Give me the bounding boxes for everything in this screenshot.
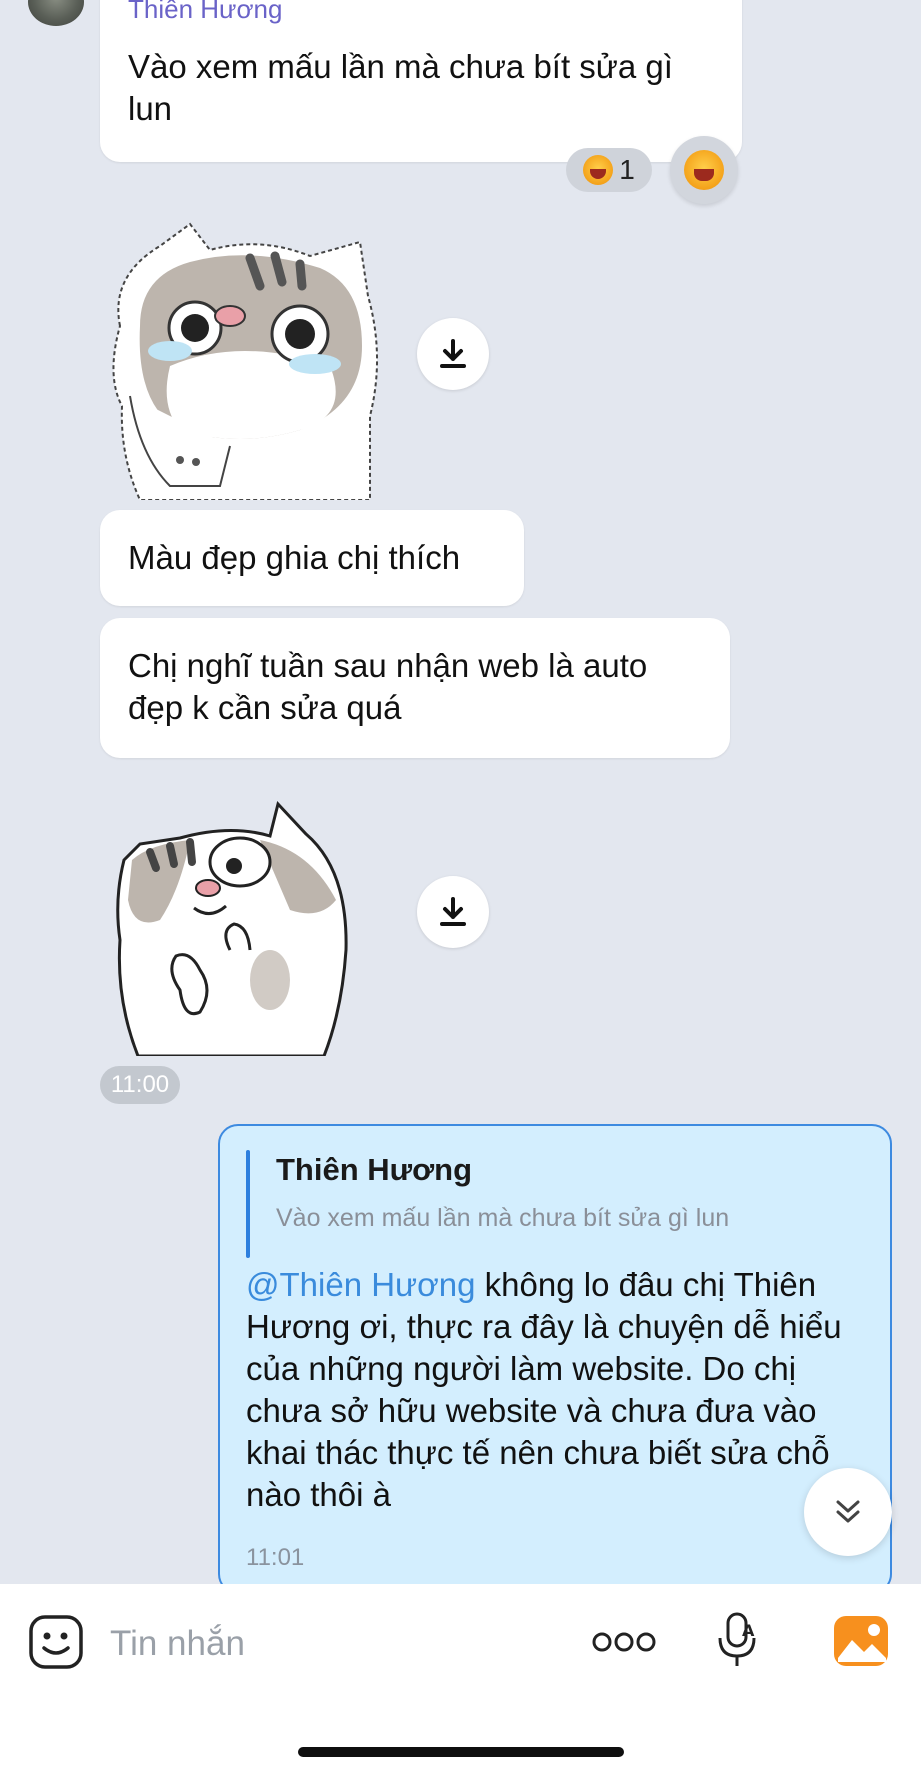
time-divider: 11:00 — [100, 1066, 180, 1104]
sender-name[interactable]: Thiên Hương — [128, 0, 282, 25]
download-sticker-button[interactable] — [417, 318, 489, 390]
message-text: Vào xem mấu lần mà chưa bít sửa gì lun — [128, 48, 673, 127]
message-body: không lo đâu chị Thiên Hương ơi, thực ra… — [246, 1266, 842, 1513]
voice-to-text-icon[interactable]: A — [716, 1610, 760, 1670]
quoted-message-text[interactable]: Vào xem mấu lần mà chưa bít sửa gì lun — [276, 1204, 729, 1233]
gallery-icon[interactable] — [832, 1614, 890, 1668]
message-text: @Thiên Hương không lo đâu chị Thiên Hươn… — [246, 1264, 866, 1516]
message-text: Chị nghĩ tuần sau nhận web là auto đẹp k… — [128, 647, 648, 726]
message-bubble-incoming[interactable]: Màu đẹp ghia chị thích — [100, 510, 524, 606]
scroll-down-icon — [836, 1500, 860, 1523]
scroll-to-bottom-button[interactable] — [804, 1468, 892, 1556]
sticker-nervous-cat[interactable] — [110, 800, 370, 1056]
download-icon — [440, 897, 466, 926]
quote-bar — [246, 1150, 250, 1258]
download-icon — [440, 339, 466, 368]
svg-text:A: A — [742, 1621, 755, 1640]
sticker-face-icon[interactable] — [28, 1614, 84, 1670]
message-bubble-incoming[interactable]: Chị nghĩ tuần sau nhận web là auto đẹp k… — [100, 618, 730, 758]
laughing-emoji-icon — [583, 155, 614, 185]
reaction-button[interactable] — [670, 136, 738, 204]
more-dots-icon[interactable] — [590, 1620, 658, 1664]
reaction-count: 1 — [619, 154, 635, 185]
message-input[interactable]: Tin nhắn — [110, 1624, 245, 1664]
download-sticker-button[interactable] — [417, 876, 489, 948]
message-text: Màu đẹp ghia chị thích — [128, 539, 461, 576]
quoted-sender-name[interactable]: Thiên Hương — [276, 1152, 472, 1188]
reaction-summary[interactable]: 1 — [566, 148, 652, 192]
message-composer: Tin nhắn A — [0, 1584, 921, 1779]
mention-link[interactable]: @Thiên Hương — [246, 1266, 476, 1303]
laughing-emoji-icon — [684, 150, 724, 190]
message-bubble-outgoing[interactable]: Thiên Hương Vào xem mấu lần mà chưa bít … — [218, 1124, 892, 1594]
sticker-crying-cat[interactable] — [100, 216, 390, 500]
home-indicator — [298, 1747, 624, 1757]
sender-avatar[interactable] — [28, 0, 84, 26]
message-time: 11:01 — [246, 1544, 305, 1571]
